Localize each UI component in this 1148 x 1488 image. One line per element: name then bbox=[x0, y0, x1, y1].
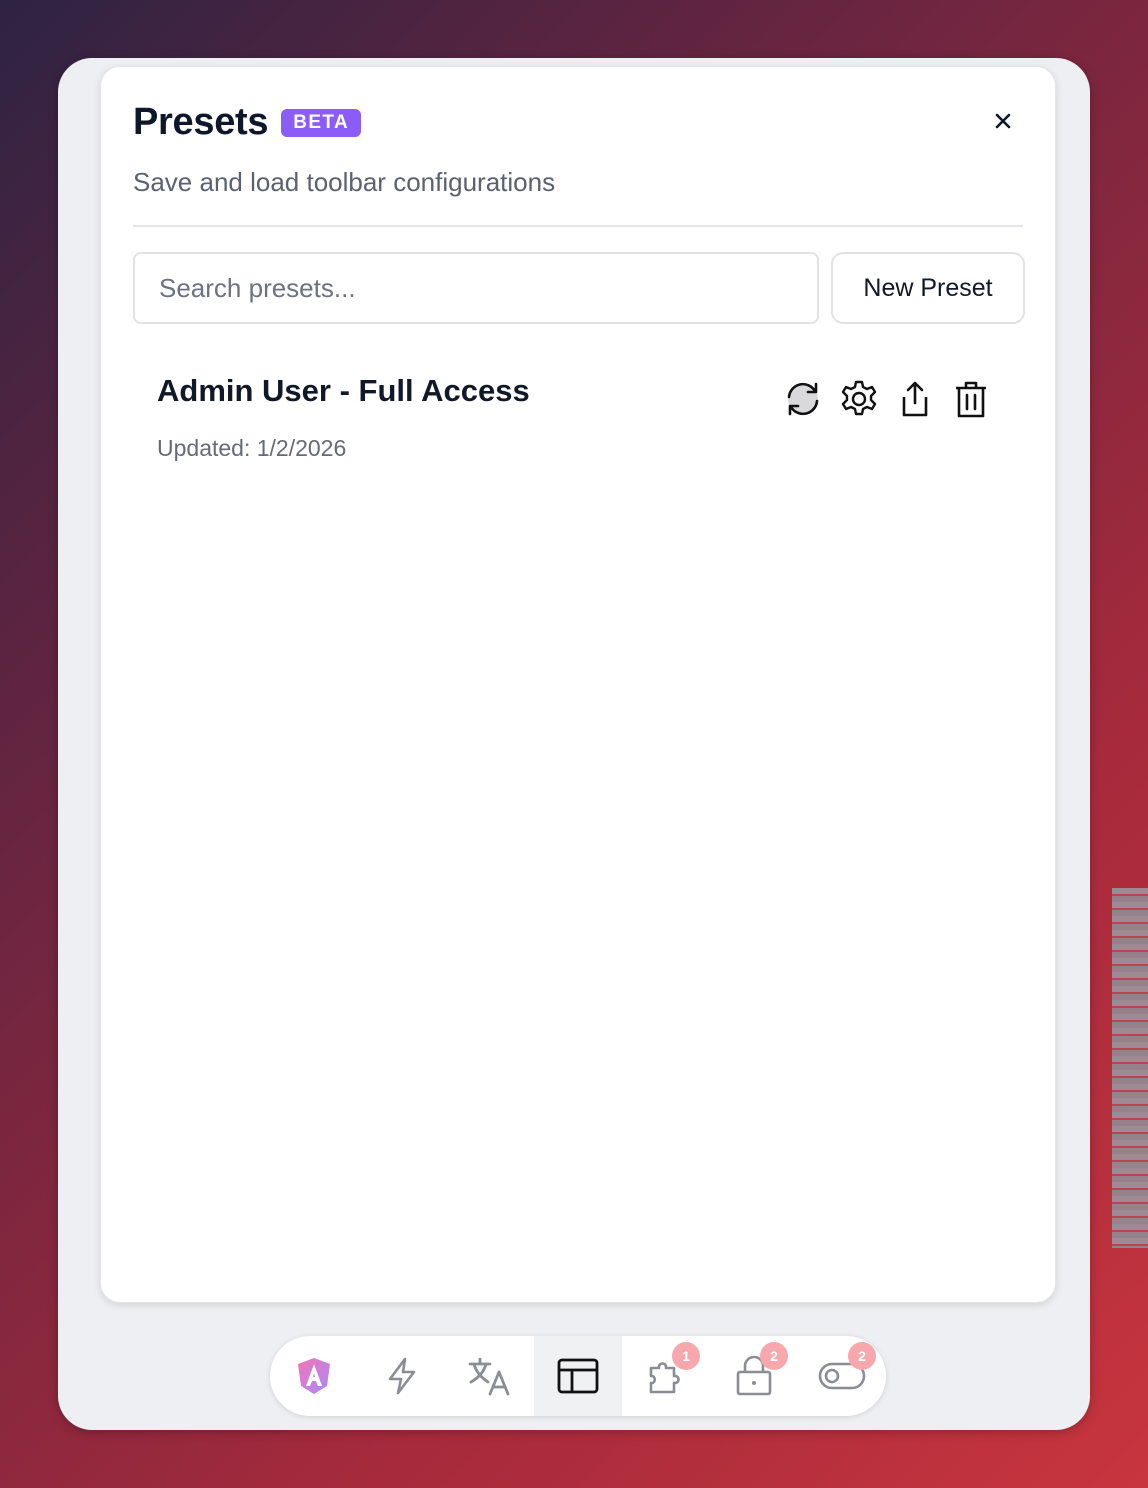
dock-item-translations[interactable] bbox=[446, 1336, 534, 1416]
background-artifact bbox=[1112, 888, 1148, 1248]
dock-item-feature-flags[interactable]: 2 bbox=[798, 1336, 886, 1416]
dialog-title: Presets bbox=[133, 101, 269, 143]
edit-preset-button[interactable] bbox=[839, 379, 879, 419]
load-preset-button[interactable] bbox=[783, 379, 823, 419]
delete-preset-button[interactable] bbox=[951, 379, 991, 419]
close-icon bbox=[995, 113, 1011, 129]
search-input[interactable] bbox=[133, 252, 819, 324]
layout-icon bbox=[557, 1358, 599, 1394]
notification-badge: 2 bbox=[760, 1342, 788, 1370]
divider bbox=[133, 225, 1023, 227]
gear-icon bbox=[841, 380, 877, 416]
lightning-icon bbox=[388, 1357, 416, 1395]
refresh-icon bbox=[787, 382, 819, 416]
preset-updated: Updated: 1/2/2026 bbox=[157, 435, 347, 461]
dock-item-performance[interactable] bbox=[358, 1336, 446, 1416]
angular-logo-icon bbox=[298, 1358, 330, 1394]
dialog-subtitle: Save and load toolbar configurations bbox=[133, 167, 556, 197]
notification-badge: 1 bbox=[672, 1342, 700, 1370]
dock-item-permissions[interactable]: 2 bbox=[710, 1336, 798, 1416]
export-preset-button[interactable] bbox=[895, 379, 935, 419]
beta-badge: BETA bbox=[281, 108, 362, 137]
presets-dialog: Presets BETA Save and load toolbar confi… bbox=[100, 66, 1056, 1303]
dock-item-extensions[interactable]: 1 bbox=[622, 1336, 710, 1416]
share-icon bbox=[902, 381, 928, 417]
translate-icon bbox=[468, 1357, 510, 1396]
trash-icon bbox=[956, 381, 986, 418]
new-preset-button[interactable]: New Preset bbox=[831, 252, 1025, 324]
notification-badge: 2 bbox=[848, 1342, 876, 1370]
dialog-header: Presets BETA bbox=[133, 101, 362, 144]
close-button[interactable] bbox=[991, 109, 1015, 133]
preset-actions bbox=[783, 379, 991, 419]
toolbar-dock: 1 2 2 bbox=[270, 1336, 886, 1416]
preset-item[interactable]: Admin User - Full Access Updated: 1/2/20… bbox=[157, 373, 999, 473]
dock-item-angular[interactable] bbox=[270, 1336, 358, 1416]
dock-item-presets[interactable] bbox=[534, 1336, 622, 1416]
